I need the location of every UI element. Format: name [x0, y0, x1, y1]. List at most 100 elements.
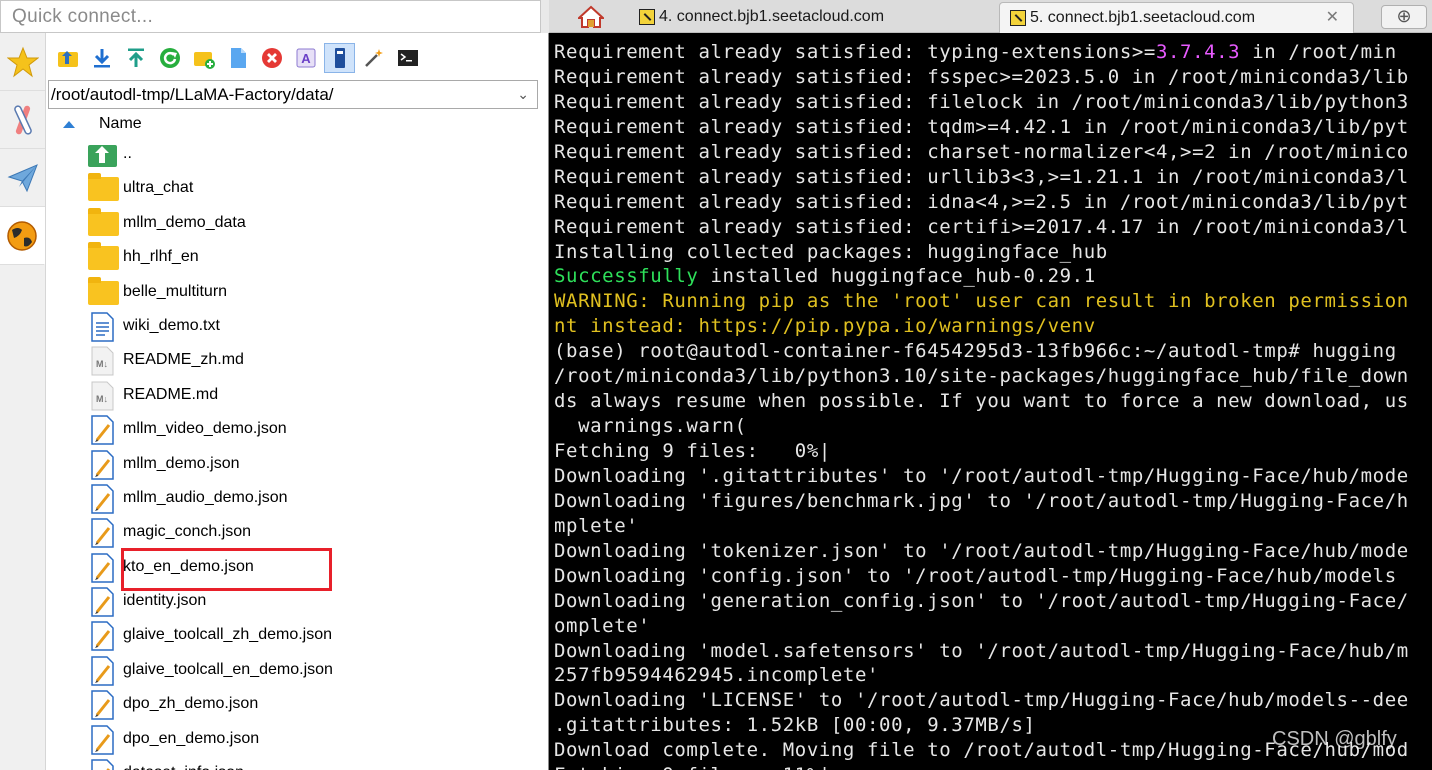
session-tab-4[interactable]: 4. connect.bjb1.seetacloud.com — [629, 2, 989, 33]
svg-text:A: A — [301, 51, 311, 66]
folder-icon — [88, 207, 119, 236]
file-name: mllm_demo.json — [123, 454, 240, 472]
text-file-icon — [91, 312, 114, 342]
new-file-button[interactable] — [222, 43, 253, 73]
new-folder-button[interactable] — [188, 43, 219, 73]
file-name: magic_conch.json — [123, 523, 252, 541]
file-row[interactable]: dpo_zh_demo.json — [46, 687, 546, 721]
terminal-line: (base) root@autodl-container-f6454295d3-… — [554, 340, 1397, 363]
properties-button[interactable] — [324, 43, 355, 73]
file-row[interactable]: wiki_demo.txt — [46, 309, 546, 343]
terminal-line: Fetching 9 files: 0%| — [554, 440, 831, 462]
file-name: wiki_demo.txt — [123, 316, 220, 334]
markdown-file-icon: M↓ — [91, 381, 114, 411]
terminal-panel[interactable]: Requirement already satisfied: typing-ex… — [548, 33, 1432, 770]
terminal-output: Requirement already satisfied: typing-ex… — [554, 40, 1409, 770]
file-row[interactable]: mllm_video_demo.json — [46, 412, 546, 446]
watermark: CSDN @gblfy — [1272, 728, 1397, 750]
delete-button[interactable] — [256, 43, 287, 73]
file-name: dataset_info.json — [123, 756, 244, 770]
file-name: README.md — [123, 385, 219, 403]
file-name: glaive_toolcall_zh_demo.json — [123, 626, 333, 644]
home-tab[interactable] — [569, 2, 613, 31]
column-name-label: Name — [99, 115, 142, 132]
magic-wand-icon — [364, 49, 383, 67]
topbar-separator — [541, 0, 549, 33]
quick-connect-input[interactable]: Quick connect... — [0, 0, 541, 33]
path-value: /root/autodl-tmp/LLaMA-Factory/data/ — [51, 85, 334, 104]
file-row[interactable]: .. — [46, 137, 546, 171]
column-header[interactable]: Name — [46, 113, 546, 137]
terminal-line: Downloading 'figures/benchmark.jpg' to '… — [554, 489, 1409, 512]
upload-icon — [127, 48, 144, 67]
file-row[interactable]: ultra_chat — [46, 171, 546, 205]
terminal-line: warnings.warn( — [554, 415, 747, 438]
terminal-line: Requirement already satisfied: filelock … — [554, 90, 1409, 113]
paper-plane-icon — [7, 163, 38, 192]
folder-icon — [88, 276, 119, 305]
terminal-line: Downloading 'LICENSE' to '/root/autodl-t… — [554, 689, 1409, 712]
tools-icon — [13, 104, 32, 135]
chevron-down-icon[interactable]: ⌄ — [517, 81, 529, 108]
file-row[interactable]: mllm_demo_data — [46, 206, 546, 240]
terminal-line: Successfully installed huggingface_hub-0… — [554, 265, 1096, 288]
file-row[interactable]: M↓ README.md — [46, 378, 546, 412]
json-file-icon — [91, 518, 114, 549]
file-name: mllm_audio_demo.json — [123, 488, 288, 506]
terminal-line: /root/miniconda3/lib/python3.10/site-pac… — [554, 365, 1409, 388]
json-file-icon — [91, 587, 114, 617]
refresh-button[interactable] — [154, 43, 185, 73]
folder-icon — [88, 242, 119, 271]
new-file-icon — [230, 48, 246, 68]
file-name: dpo_en_demo.json — [123, 729, 260, 747]
file-row[interactable]: hh_rlhf_en — [46, 240, 546, 274]
file-row[interactable]: M↓ README_zh.md — [46, 343, 546, 377]
session-tab-5[interactable]: 5. connect.bjb1.seetacloud.com ✕ — [999, 2, 1354, 33]
terminal-button[interactable] — [392, 43, 423, 73]
terminal-line: Downloading 'generation_config.json' to … — [554, 589, 1409, 612]
file-row[interactable]: mllm_demo.json — [46, 447, 546, 481]
file-row[interactable]: glaive_toolcall_zh_demo.json — [46, 618, 546, 652]
terminal-line: WARNING: Running pip as the 'root' user … — [554, 290, 1409, 313]
new-tab-button[interactable]: ⊕ — [1381, 5, 1427, 29]
tools-button[interactable] — [0, 91, 45, 149]
svg-text:M↓: M↓ — [96, 394, 108, 404]
favorites-button[interactable] — [0, 33, 45, 91]
rename-button[interactable]: A — [290, 43, 321, 73]
file-row[interactable]: glaive_toolcall_en_demo.json — [46, 653, 546, 687]
file-name: README_zh.md — [123, 351, 244, 369]
terminal-session-icon — [639, 9, 655, 25]
terminal-line: Fetching 9 files: 11%| — [554, 763, 1409, 770]
magic-wand-button[interactable] — [358, 43, 389, 73]
file-name: glaive_toolcall_en_demo.json — [123, 660, 333, 678]
file-row[interactable]: belle_multiturn — [46, 275, 546, 309]
terminal-line: Requirement already satisfied: certifi>=… — [554, 215, 1409, 238]
file-row[interactable]: dataset_info.json — [46, 756, 546, 770]
success-word: Successfully — [554, 265, 699, 288]
globe-button[interactable] — [0, 207, 45, 265]
file-row[interactable]: mllm_audio_demo.json — [46, 481, 546, 515]
file-name: hh_rlhf_en — [123, 248, 199, 266]
file-row[interactable]: dpo_en_demo.json — [46, 722, 546, 756]
send-button[interactable] — [0, 149, 45, 207]
json-file-icon — [91, 552, 114, 583]
globe-icon — [7, 220, 37, 251]
terminal-line: Downloading '.gitattributes' to '/root/a… — [554, 464, 1409, 487]
parent-dir-button[interactable] — [52, 43, 83, 73]
download-button[interactable] — [86, 43, 117, 73]
path-input[interactable]: /root/autodl-tmp/LLaMA-Factory/data/ ⌄ — [48, 80, 538, 109]
json-file-icon — [91, 449, 114, 480]
refresh-icon — [159, 48, 180, 68]
file-row[interactable]: magic_conch.json — [46, 515, 546, 549]
session-tab-label: 4. connect.bjb1.seetacloud.com — [659, 8, 885, 25]
json-file-icon — [91, 415, 114, 445]
close-tab-icon[interactable]: ✕ — [1326, 3, 1339, 32]
terminal-line: nt instead: https://pip.pypa.io/warnings… — [554, 315, 1096, 338]
json-file-icon — [91, 759, 114, 770]
upload-button[interactable] — [120, 43, 151, 73]
json-file-icon — [91, 690, 114, 720]
terminal-line: Requirement already satisfied: charset-n… — [554, 140, 1409, 163]
terminal-line: Downloading 'config.json' to '/root/auto… — [554, 564, 1397, 587]
star-icon — [6, 46, 39, 77]
json-file-icon — [91, 656, 114, 686]
